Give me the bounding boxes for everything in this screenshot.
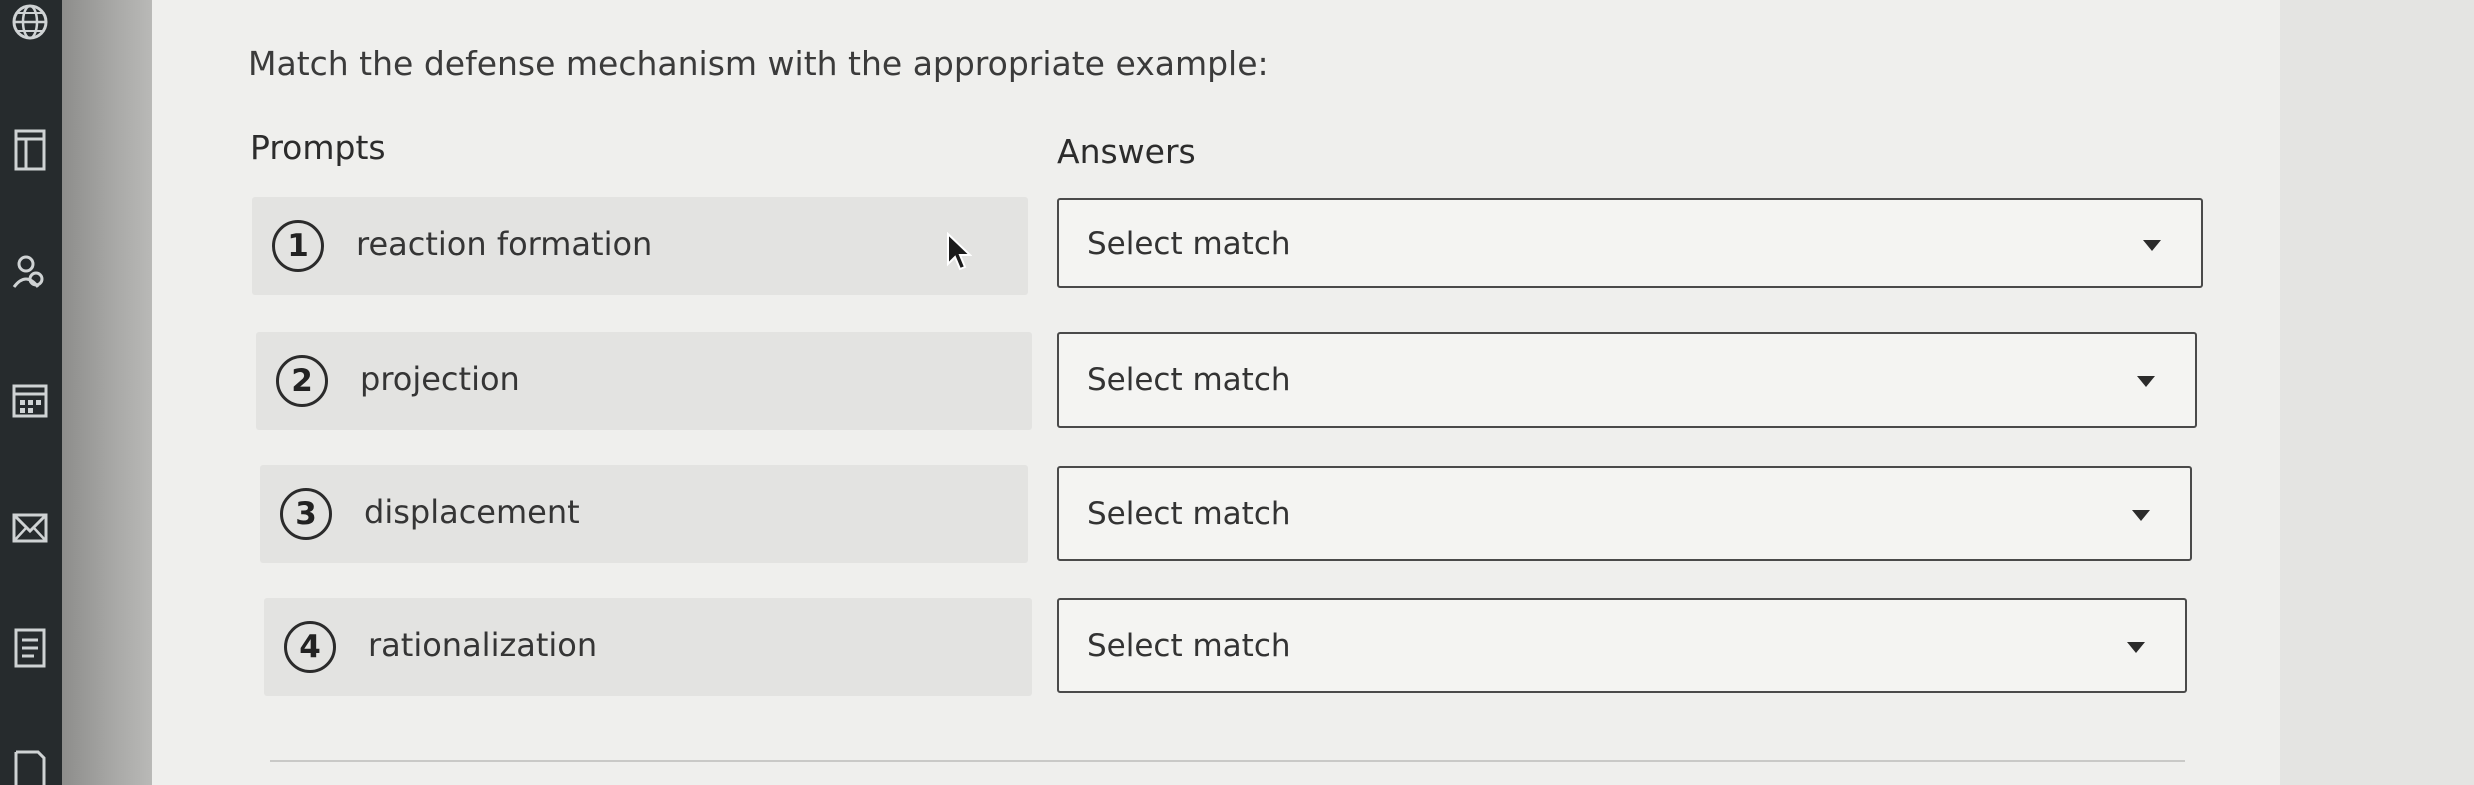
prompts-heading: Prompts xyxy=(250,128,386,167)
answers-heading: Answers xyxy=(1057,132,1196,171)
answer-select-2[interactable]: Select match xyxy=(1057,332,2197,428)
prompt-row-1: 1 reaction formation xyxy=(252,197,1028,295)
app-sidebar xyxy=(0,0,62,785)
prompt-row-3: 3 displacement xyxy=(260,465,1028,563)
prompt-number-badge: 2 xyxy=(276,355,328,407)
chevron-down-icon xyxy=(2132,510,2150,521)
select-value: Select match xyxy=(1087,226,1291,262)
table-icon[interactable] xyxy=(10,129,50,171)
right-background xyxy=(2280,0,2474,785)
mouse-cursor-icon xyxy=(946,231,973,276)
prompt-row-2: 2 projection xyxy=(256,332,1032,430)
chevron-down-icon xyxy=(2137,376,2155,387)
prompt-text: displacement xyxy=(364,493,580,531)
mail-icon[interactable] xyxy=(10,508,50,548)
prompt-text: rationalization xyxy=(368,626,598,664)
notes-icon[interactable] xyxy=(10,628,50,668)
select-value: Select match xyxy=(1087,362,1291,398)
bottom-divider xyxy=(270,760,2185,762)
calendar-icon[interactable] xyxy=(10,380,50,420)
globe-icon[interactable] xyxy=(10,2,50,42)
chevron-down-icon xyxy=(2127,642,2145,653)
people-icon[interactable] xyxy=(10,255,50,295)
answer-select-4[interactable]: Select match xyxy=(1057,598,2187,693)
answer-select-3[interactable]: Select match xyxy=(1057,466,2192,561)
chevron-down-icon xyxy=(2143,240,2161,251)
prompt-row-4: 4 rationalization xyxy=(264,598,1032,696)
prompt-text: reaction formation xyxy=(356,225,653,263)
prompt-number-badge: 4 xyxy=(284,621,336,673)
document-icon[interactable] xyxy=(10,748,50,785)
answer-select-1[interactable]: Select match xyxy=(1057,198,2203,288)
question-text: Match the defense mechanism with the app… xyxy=(248,44,1269,83)
select-value: Select match xyxy=(1087,496,1291,532)
select-value: Select match xyxy=(1087,628,1291,664)
prompt-number-badge: 3 xyxy=(280,488,332,540)
prompt-number-badge: 1 xyxy=(272,220,324,272)
window-gutter xyxy=(62,0,152,785)
prompt-text: projection xyxy=(360,360,520,398)
